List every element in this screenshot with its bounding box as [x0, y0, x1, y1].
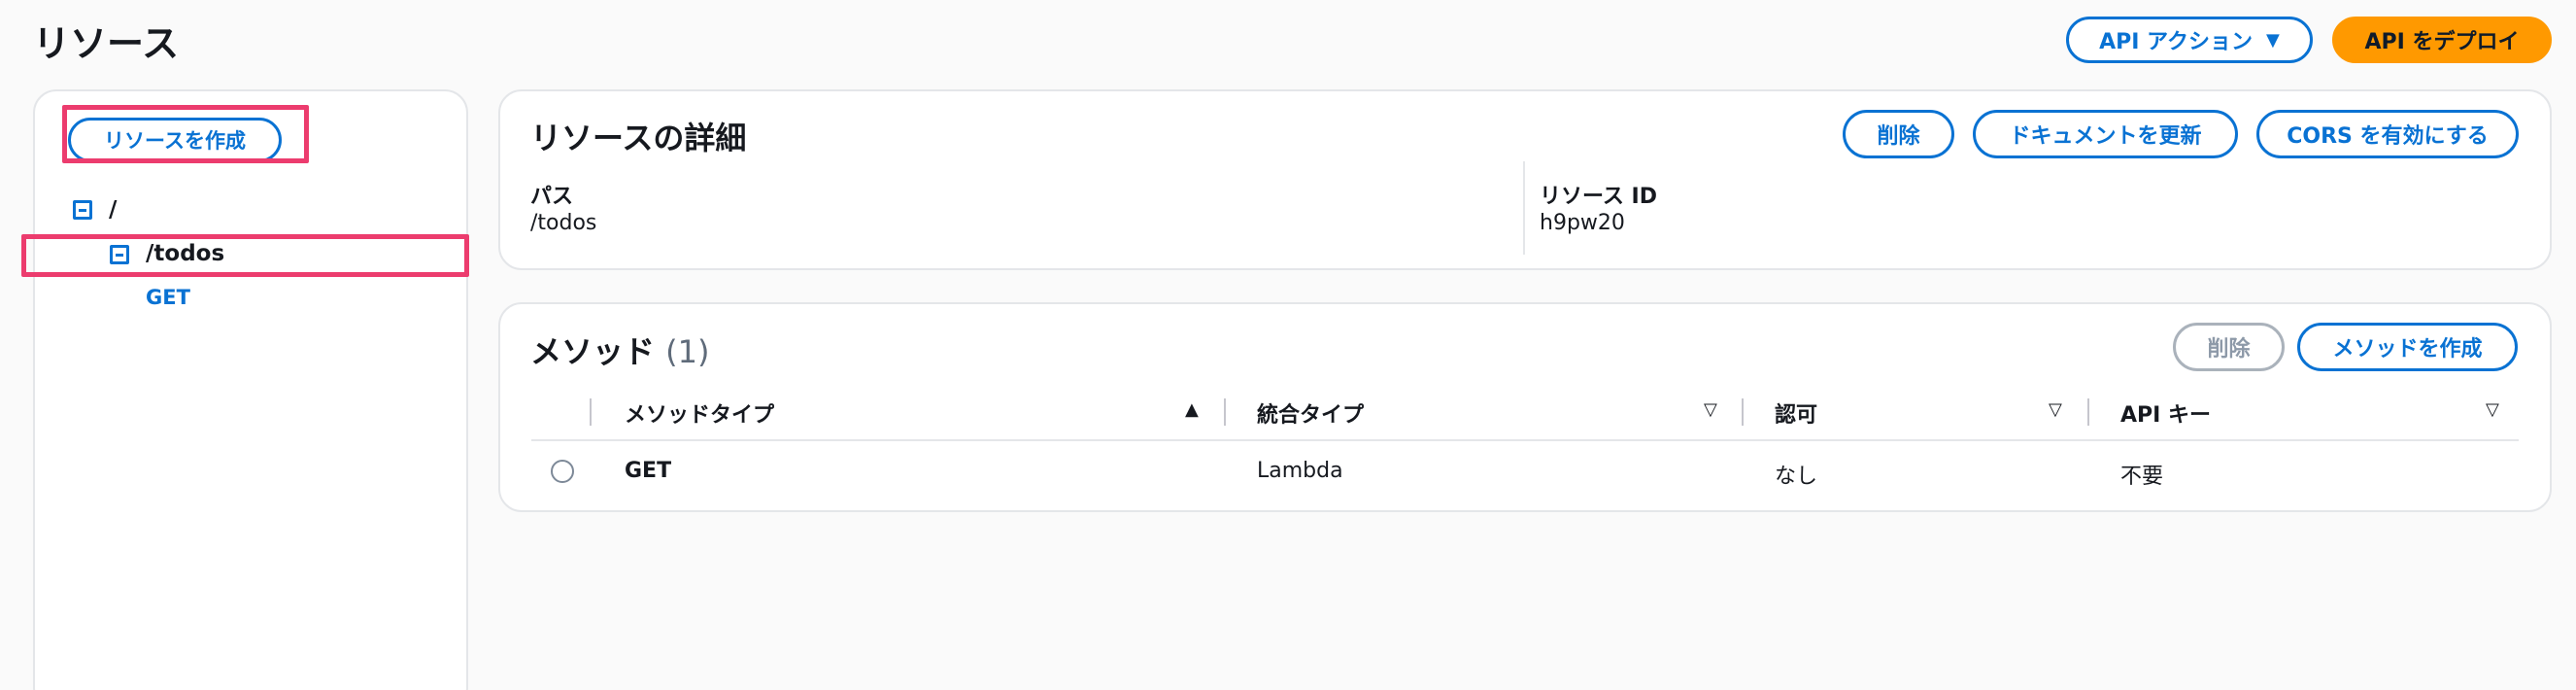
column-separator — [590, 398, 592, 426]
path-label: パス — [530, 185, 574, 209]
create-method-button[interactable]: メソッドを作成 — [2297, 323, 2518, 371]
api-actions-label: API アクション — [2099, 30, 2254, 54]
collapse-icon[interactable] — [110, 245, 129, 264]
methods-title-text: メソッド — [530, 333, 656, 370]
resource-tree-panel — [33, 89, 468, 690]
collapse-icon[interactable] — [73, 200, 92, 220]
column-header-authorization[interactable]: 認可 — [1775, 397, 1817, 429]
integration-type-cell: Lambda — [1257, 459, 1343, 483]
method-type-cell[interactable]: GET — [625, 459, 671, 483]
page-title: リソース — [33, 22, 180, 65]
enable-cors-button[interactable]: CORS を有効にする — [2256, 110, 2519, 158]
column-header-integration-type[interactable]: 統合タイプ — [1257, 397, 1364, 429]
column-header-method-type[interactable]: メソッドタイプ — [625, 397, 774, 429]
delete-method-button[interactable]: 削除 — [2173, 323, 2285, 371]
methods-title: メソッド (1) — [530, 328, 709, 372]
methods-count: (1) — [665, 333, 710, 370]
api-key-cell: 不要 — [2120, 465, 2164, 489]
path-value: /todos — [530, 211, 597, 235]
resource-details-panel — [498, 89, 2552, 270]
column-separator[interactable] — [2087, 398, 2089, 426]
deploy-api-button[interactable]: API をデプロイ — [2332, 17, 2552, 63]
table-header-divider — [531, 439, 2519, 441]
column-separator[interactable] — [1224, 398, 1226, 426]
sort-icon[interactable]: ▽ — [2486, 399, 2499, 420]
tree-item-root[interactable]: / — [109, 197, 117, 223]
sort-icon[interactable]: ▽ — [2049, 399, 2062, 420]
row-select-radio[interactable] — [551, 460, 574, 483]
sort-ascending-icon[interactable]: ▲ — [1185, 399, 1199, 420]
delete-resource-button[interactable]: 削除 — [1843, 110, 1954, 158]
update-documentation-button[interactable]: ドキュメントを更新 — [1973, 110, 2238, 158]
details-divider — [1523, 161, 1525, 255]
column-header-api-key[interactable]: API キー — [2120, 397, 2211, 429]
resource-id-label: リソース ID — [1540, 185, 1658, 209]
create-resource-button[interactable]: リソースを作成 — [68, 118, 282, 162]
tree-item-get-method[interactable]: GET — [146, 286, 190, 309]
authorization-cell: なし — [1775, 465, 1818, 489]
api-actions-button[interactable]: API アクション ▼ — [2066, 17, 2313, 63]
column-separator[interactable] — [1742, 398, 1744, 426]
caret-down-icon: ▼ — [2266, 29, 2280, 51]
tree-item-todos[interactable]: /todos — [146, 241, 224, 266]
resource-id-value: h9pw20 — [1540, 211, 1625, 235]
sort-icon[interactable]: ▽ — [1704, 399, 1717, 420]
resource-details-title: リソースの詳細 — [530, 120, 747, 156]
